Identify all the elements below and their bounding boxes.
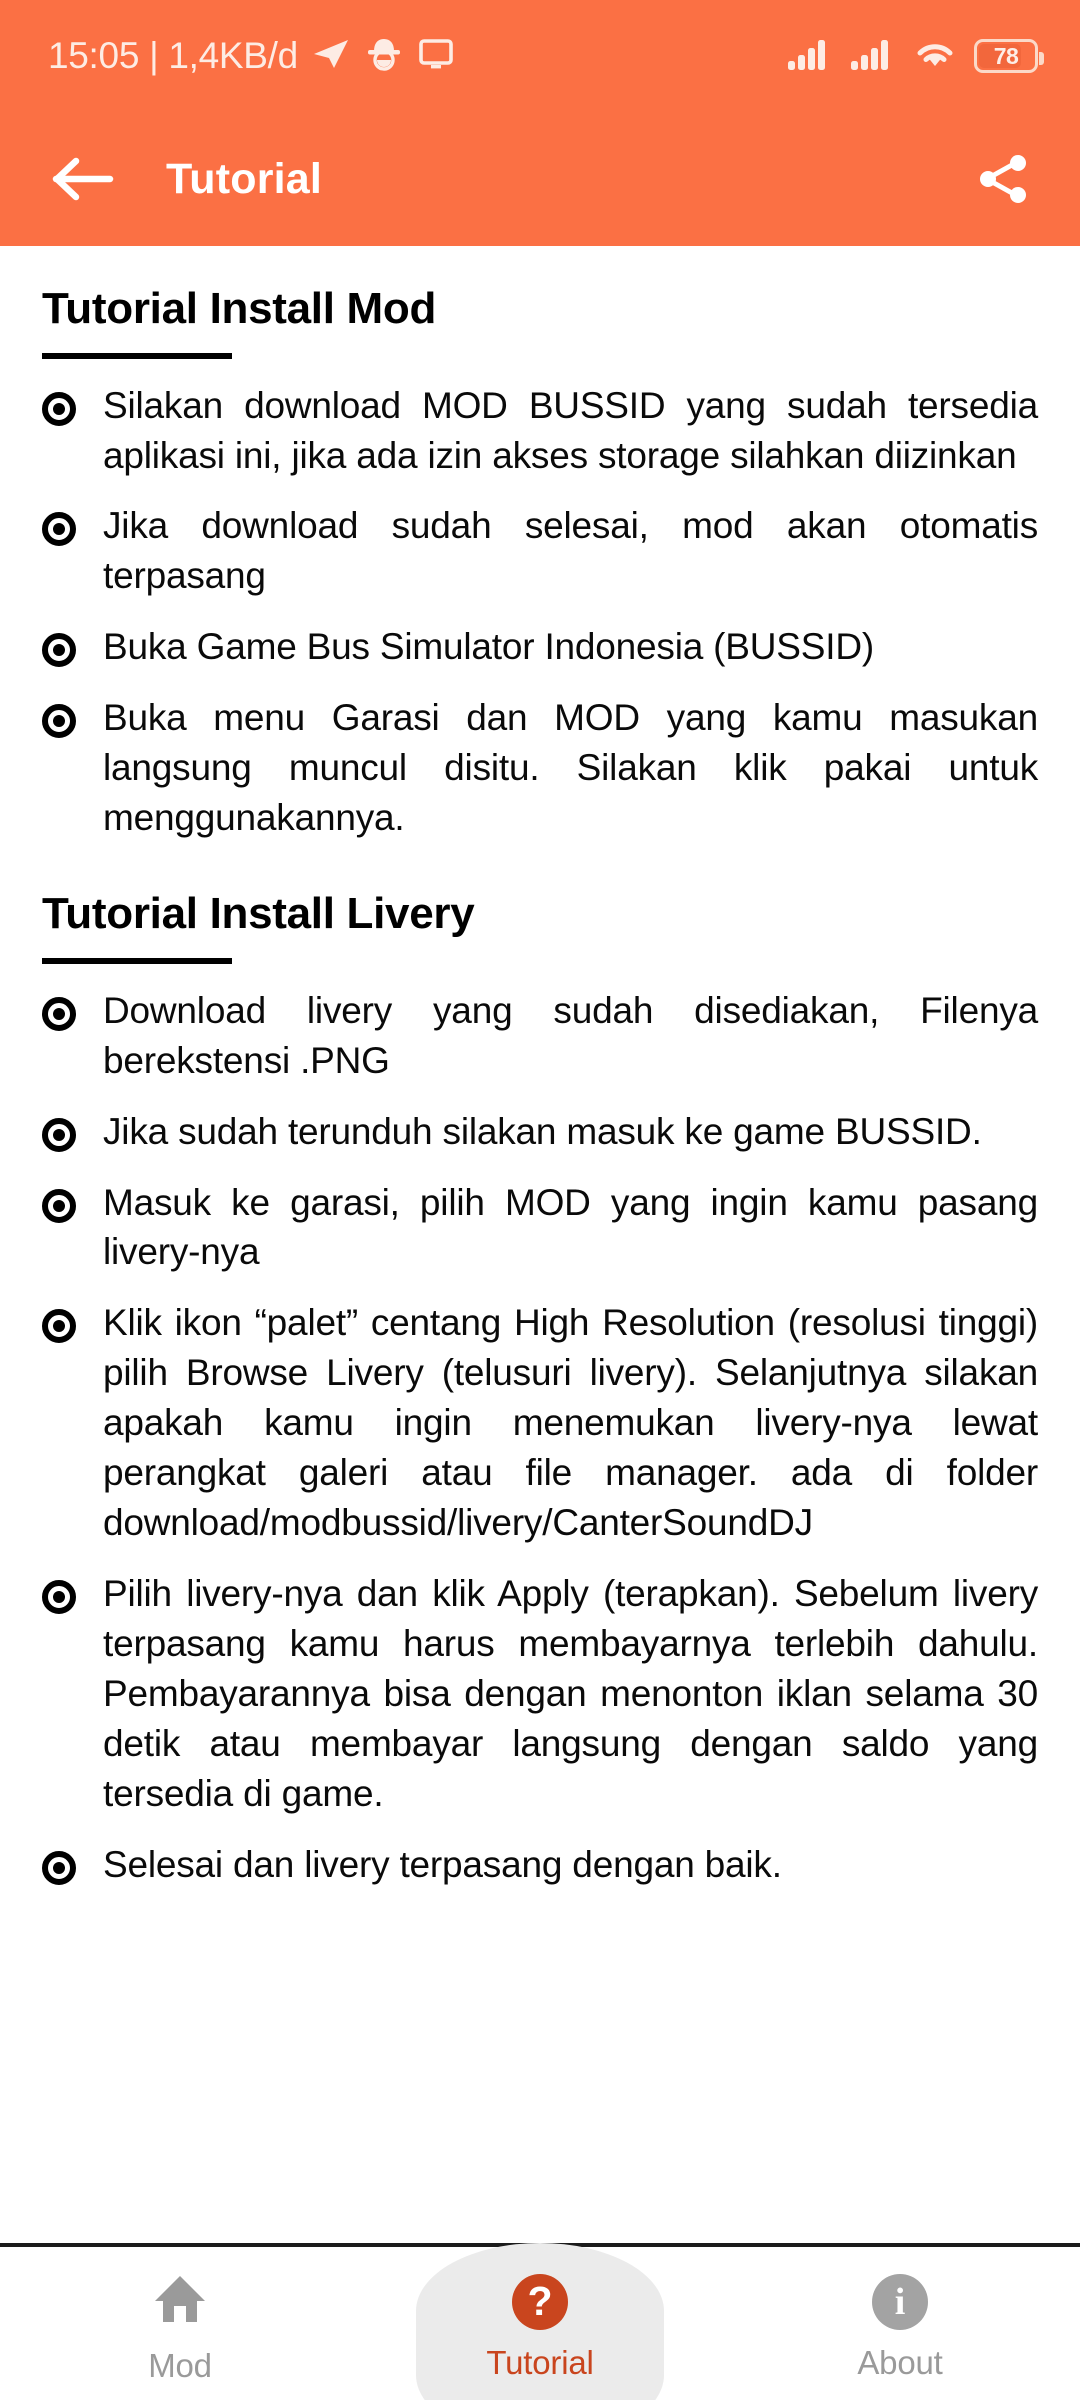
cast-screen-icon	[418, 37, 454, 76]
list-item-text: Jika sudah terunduh silakan masuk ke gam…	[103, 1110, 982, 1152]
list-item: Klik ikon “palet” centang High Resolutio…	[42, 1298, 1038, 1548]
bullseye-bullet-icon	[42, 1117, 76, 1152]
status-bar: 15:05 | 1,4KB/d 78	[0, 0, 1080, 112]
list-item-text: Selesai dan livery terpasang dengan baik…	[103, 1843, 782, 1885]
bullseye-bullet-icon	[42, 512, 76, 547]
section-install-livery: Tutorial Install Livery Download livery …	[42, 889, 1038, 1890]
heading-underline	[42, 957, 232, 964]
bullseye-bullet-icon	[42, 996, 76, 1031]
signal-icon-1	[787, 37, 833, 76]
list-item-text: Jika download sudah selesai, mod akan ot…	[103, 505, 1038, 597]
list-item-text: Masuk ke garasi, pilih MOD yang ingin ka…	[103, 1181, 1038, 1273]
question-mark-circle-icon: ?	[512, 2273, 568, 2330]
list-item-text: Download livery yang sudah disediakan, F…	[103, 989, 1038, 1081]
bullseye-bullet-icon	[42, 1188, 76, 1223]
list-item-text: Silakan download MOD BUSSID yang sudah t…	[103, 384, 1038, 476]
app-screen: 15:05 | 1,4KB/d 78 Tutorial Tutorial Ins…	[0, 0, 1080, 2400]
list-item-text: Buka menu Garasi dan MOD yang kamu masuk…	[103, 697, 1038, 839]
list-item: Silakan download MOD BUSSID yang sudah t…	[42, 381, 1038, 481]
list-item: Pilih livery-nya dan klik Apply (terapka…	[42, 1569, 1038, 1819]
list-item: Jika download sudah selesai, mod akan ot…	[42, 501, 1038, 601]
bullet-list: Download livery yang sudah disediakan, F…	[42, 986, 1038, 1890]
list-item: Download livery yang sudah disediakan, F…	[42, 986, 1038, 1086]
section-install-mod: Tutorial Install Mod Silakan download MO…	[42, 284, 1038, 843]
status-bar-right: 78	[787, 37, 1044, 76]
nav-item-tutorial[interactable]: ? Tutorial	[360, 2243, 720, 2400]
bullseye-bullet-icon	[42, 704, 76, 739]
bullseye-bullet-icon	[42, 1580, 76, 1615]
heading-underline	[42, 352, 232, 359]
telegram-icon	[312, 37, 350, 76]
list-item-text: Klik ikon “palet” centang High Resolutio…	[103, 1302, 1038, 1544]
info-circle-icon: i	[872, 2273, 928, 2330]
list-item: Buka menu Garasi dan MOD yang kamu masuk…	[42, 693, 1038, 843]
home-icon	[151, 2270, 209, 2333]
nav-item-label: About	[857, 2343, 943, 2381]
section-heading: Tutorial Install Livery	[42, 889, 475, 939]
list-item: Masuk ke garasi, pilih MOD yang ingin ka…	[42, 1178, 1038, 1278]
signal-icon-2	[850, 37, 896, 76]
bullet-list: Silakan download MOD BUSSID yang sudah t…	[42, 381, 1038, 844]
battery-level-text: 78	[993, 42, 1019, 69]
app-bar: Tutorial	[0, 112, 1080, 246]
nav-item-mod[interactable]: Mod	[0, 2247, 360, 2400]
bottom-navigation-bar: Mod ? Tutorial i About	[0, 2243, 1080, 2400]
list-item-text: Pilih livery-nya dan klik Apply (terapka…	[103, 1573, 1038, 1814]
status-bar-left: 15:05 | 1,4KB/d	[48, 35, 454, 77]
bullseye-bullet-icon	[42, 1850, 76, 1885]
status-clock: 15:05 | 1,4KB/d	[48, 35, 298, 76]
list-item: Buka Game Bus Simulator Indonesia (BUSSI…	[42, 622, 1038, 672]
bullseye-bullet-icon	[42, 391, 76, 426]
incognito-icon	[364, 36, 404, 77]
wifi-icon	[913, 37, 957, 76]
page-title: Tutorial	[166, 154, 323, 203]
share-icon[interactable]	[976, 151, 1032, 207]
list-item-text: Buka Game Bus Simulator Indonesia (BUSSI…	[103, 626, 874, 668]
nav-item-about[interactable]: i About	[720, 2247, 1080, 2400]
list-item: Jika sudah terunduh silakan masuk ke gam…	[42, 1107, 1038, 1157]
bullseye-bullet-icon	[42, 1309, 76, 1344]
section-heading: Tutorial Install Mod	[42, 284, 437, 333]
nav-item-label: Mod	[148, 2347, 212, 2384]
list-item: Selesai dan livery terpasang dengan baik…	[42, 1840, 1038, 1890]
back-arrow-icon[interactable]	[52, 155, 114, 203]
battery-indicator: 78	[974, 39, 1044, 73]
tutorial-content: Tutorial Install Mod Silakan download MO…	[0, 246, 1080, 2243]
nav-item-label: Tutorial	[486, 2343, 594, 2381]
bullseye-bullet-icon	[42, 633, 76, 668]
